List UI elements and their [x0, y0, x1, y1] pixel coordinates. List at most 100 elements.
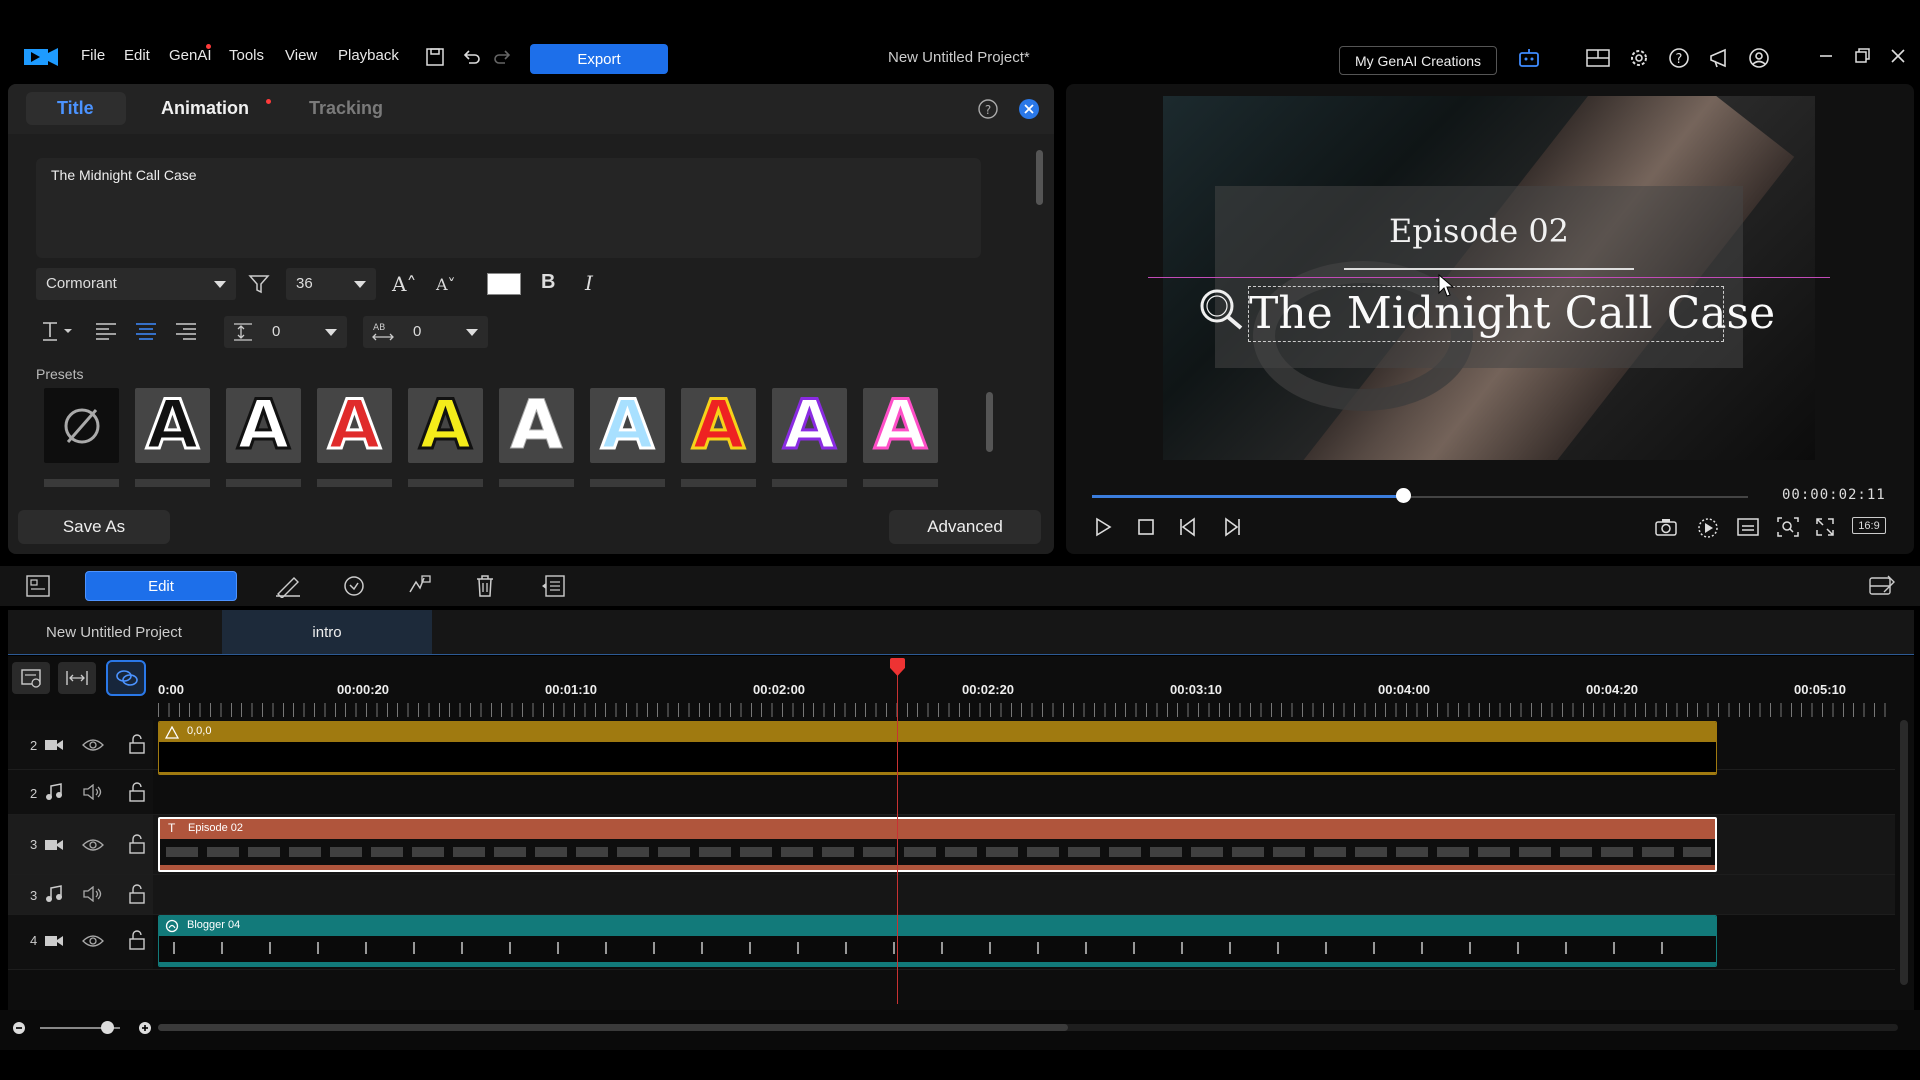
previous-frame-icon[interactable]	[1177, 516, 1201, 538]
track-number: 2	[30, 738, 38, 753]
timeline-ruler[interactable]	[158, 703, 1890, 717]
timeline-clip-selected[interactable]: T Episode 02	[158, 817, 1717, 872]
menu-edit[interactable]: Edit	[124, 47, 150, 64]
preset-light-blue[interactable]: A	[590, 385, 665, 467]
eye-icon[interactable]	[82, 738, 104, 752]
speaker-icon[interactable]	[82, 784, 104, 800]
save-as-button[interactable]: Save As	[18, 510, 170, 544]
timeline-clip[interactable]: Blogger 04	[158, 915, 1717, 967]
subtitle-room-icon[interactable]	[540, 574, 566, 598]
check-circle-icon[interactable]	[342, 574, 366, 598]
align-right-icon[interactable]	[174, 320, 198, 342]
preview-quality-icon[interactable]	[1696, 516, 1720, 540]
filter-icon[interactable]	[247, 272, 271, 296]
preset-white-plain[interactable]: A	[499, 386, 574, 466]
snapshot-icon[interactable]	[1654, 516, 1678, 538]
preset-red-yellow[interactable]: A	[681, 385, 756, 467]
my-genai-creations-button[interactable]: My GenAI Creations	[1339, 46, 1497, 75]
eye-icon[interactable]	[82, 934, 104, 948]
font-family-select[interactable]: Cormorant	[36, 268, 236, 300]
italic-icon[interactable]: I	[585, 271, 593, 295]
menu-tools[interactable]: Tools	[229, 47, 264, 64]
increase-font-icon[interactable]: A˄	[392, 272, 416, 296]
tab-tracking[interactable]: Tracking	[309, 98, 383, 119]
trash-icon[interactable]	[474, 574, 496, 598]
bold-icon[interactable]: B	[541, 271, 555, 294]
undo-icon[interactable]	[460, 46, 484, 70]
tab-intro[interactable]: intro	[222, 610, 432, 654]
menu-genai[interactable]: GenAI	[169, 47, 212, 64]
zoom-slider-knob[interactable]	[101, 1021, 114, 1034]
zoom-in-icon[interactable]	[138, 1021, 152, 1035]
lock-icon[interactable]	[128, 782, 146, 802]
help-icon[interactable]: ?	[977, 98, 999, 120]
speaker-icon[interactable]	[82, 886, 104, 902]
robot-icon[interactable]	[1517, 46, 1541, 70]
timeline-horizontal-scrollbar[interactable]	[158, 1024, 1068, 1031]
eye-icon[interactable]	[82, 838, 104, 852]
lock-icon[interactable]	[128, 734, 146, 754]
export-button[interactable]: Export	[530, 44, 668, 74]
lock-icon[interactable]	[128, 930, 146, 950]
lock-icon[interactable]	[128, 834, 146, 854]
tab-title[interactable]: Title	[57, 98, 94, 119]
close-window-icon[interactable]	[1888, 46, 1912, 70]
preset-white-pink[interactable]: A	[863, 385, 938, 467]
panel-scrollbar[interactable]	[1036, 150, 1043, 205]
menu-view[interactable]: View	[285, 47, 317, 64]
timeline-vertical-scrollbar[interactable]	[1900, 720, 1908, 985]
gear-icon[interactable]	[1627, 46, 1651, 70]
decrease-font-icon[interactable]: A˅	[436, 275, 456, 294]
announcement-icon[interactable]	[1707, 46, 1731, 70]
fit-timeline-button[interactable]	[58, 662, 96, 694]
font-size-select[interactable]: 36	[286, 268, 376, 300]
preset-white-purple[interactable]: A	[772, 385, 847, 467]
subtitle-icon[interactable]	[1736, 516, 1760, 538]
restore-icon[interactable]	[1852, 46, 1876, 70]
track-manager-button[interactable]	[12, 662, 50, 694]
menu-file[interactable]: File	[81, 47, 105, 64]
layout-icon[interactable]	[1585, 46, 1610, 70]
zoom-out-icon[interactable]	[12, 1021, 26, 1035]
minimize-icon[interactable]	[1816, 46, 1840, 70]
tab-animation[interactable]: Animation	[161, 98, 249, 119]
zoom-preview-icon[interactable]	[1776, 516, 1800, 538]
menu-playback[interactable]: Playback	[338, 47, 399, 64]
episode-title-text[interactable]: Episode 02	[1215, 212, 1743, 250]
edit-button[interactable]: Edit	[85, 571, 237, 601]
line-spacing-select[interactable]: 0	[224, 316, 347, 348]
align-center-icon[interactable]	[134, 320, 158, 342]
playback-scrubber-knob[interactable]	[1395, 488, 1411, 503]
next-frame-icon[interactable]	[1219, 516, 1243, 538]
account-icon[interactable]	[1747, 46, 1771, 70]
preset-white-black[interactable]: A	[226, 385, 301, 467]
redo-icon[interactable]	[492, 46, 516, 70]
tab-new-untitled-project[interactable]: New Untitled Project	[8, 610, 220, 654]
pen-icon[interactable]	[274, 574, 302, 598]
presets-scrollbar[interactable]	[986, 392, 993, 452]
aspect-ratio-button[interactable]: 16:9	[1852, 517, 1886, 534]
preset-black-outline[interactable]: A	[135, 385, 210, 467]
fullscreen-icon[interactable]	[1814, 516, 1836, 538]
font-color-swatch[interactable]	[487, 273, 521, 295]
preset-none[interactable]	[44, 388, 119, 463]
preset-red-white[interactable]: A	[317, 385, 392, 467]
lock-icon[interactable]	[128, 884, 146, 904]
close-panel-icon[interactable]	[1018, 98, 1040, 120]
text-style-icon[interactable]	[40, 318, 74, 344]
char-spacing-select[interactable]: AB 0	[363, 316, 488, 348]
stop-icon[interactable]	[1135, 516, 1157, 538]
main-title-text[interactable]: The Midnight Call Case	[1248, 286, 1775, 342]
timeline-view-icon[interactable]	[1868, 574, 1896, 598]
preset-yellow-black[interactable]: A	[408, 385, 483, 467]
magnetic-snap-button[interactable]	[106, 660, 146, 696]
advanced-button[interactable]: Advanced	[889, 510, 1041, 544]
media-room-icon[interactable]	[25, 574, 51, 598]
app-logo-icon[interactable]	[22, 46, 60, 68]
help-icon[interactable]: ?	[1667, 46, 1691, 70]
align-left-icon[interactable]	[94, 320, 118, 342]
save-icon[interactable]	[424, 46, 448, 70]
timeline-clip[interactable]: 0,0,0	[158, 721, 1717, 775]
play-icon[interactable]	[1092, 516, 1114, 538]
audio-mix-icon[interactable]	[406, 574, 432, 598]
